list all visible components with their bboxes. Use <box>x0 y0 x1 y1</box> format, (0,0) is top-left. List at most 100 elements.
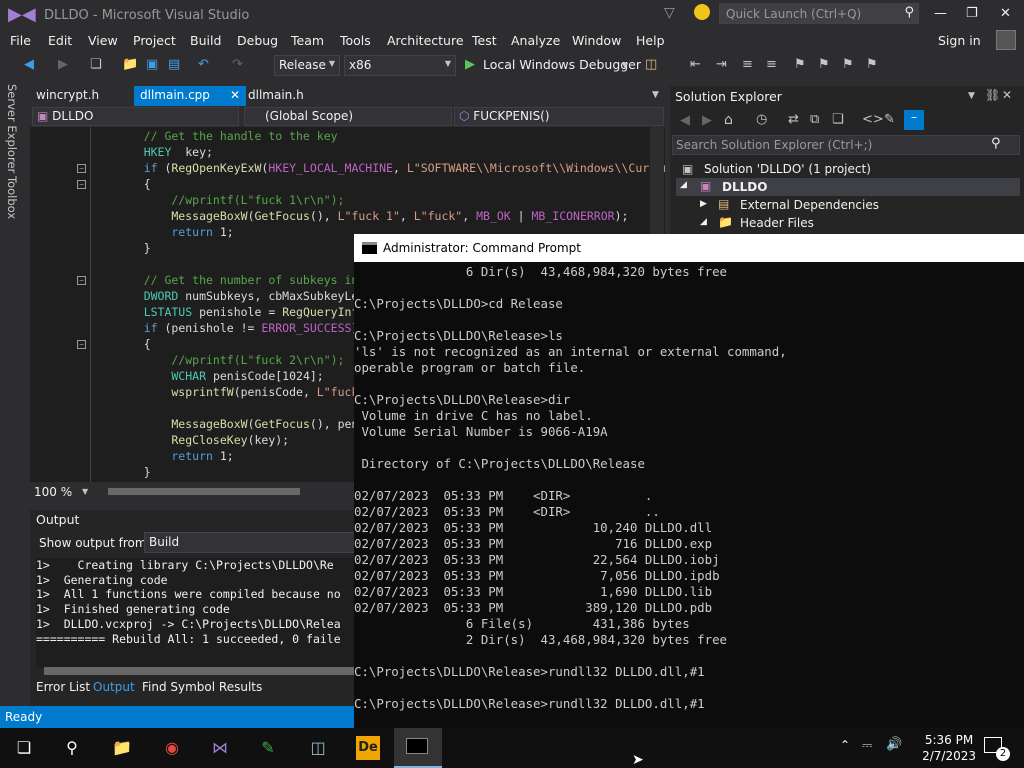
tab-dllmain-h[interactable]: dllmain.h <box>242 86 310 106</box>
expand-icon[interactable]: ▶ <box>700 199 707 209</box>
tree-item-external-dependencies[interactable]: External Dependencies <box>740 198 879 212</box>
close-pane-icon[interactable]: ✕ <box>1002 88 1012 102</box>
history-icon[interactable]: ◷ <box>756 112 767 127</box>
forward-icon[interactable]: ▶ <box>702 113 712 128</box>
output-source-select[interactable]: Build <box>144 532 360 553</box>
volume-icon[interactable]: 🔊 <box>886 737 902 752</box>
collapse-region-icon[interactable]: − <box>77 340 86 349</box>
solution-search-input[interactable]: Search Solution Explorer (Ctrl+;) ⚲ <box>672 135 1020 155</box>
save-icon[interactable]: ▣ <box>146 57 158 72</box>
find-in-files-icon[interactable]: ◫ <box>645 57 657 72</box>
tab-wincrypt-h[interactable]: wincrypt.h <box>30 86 105 106</box>
start-windows-icon[interactable]: ❏ <box>12 736 36 760</box>
notepad-plus-plus-icon[interactable]: ✎ <box>256 736 280 760</box>
collapse-region-icon[interactable]: − <box>77 276 86 285</box>
navigate-back-icon[interactable]: ◀ <box>24 57 34 72</box>
zoom-level[interactable]: 100 % <box>34 485 72 499</box>
tab-find-symbol-results[interactable]: Find Symbol Results <box>142 680 262 694</box>
navigate-forward-icon[interactable]: ▶ <box>58 57 68 72</box>
menu-help[interactable]: Help <box>636 33 665 48</box>
command-prompt-title-bar[interactable]: Administrator: Command Prompt <box>354 234 1024 262</box>
filter-icon[interactable]: ▽ <box>664 5 675 21</box>
menu-file[interactable]: File <box>10 33 31 48</box>
properties-icon[interactable]: ✎ <box>884 112 895 127</box>
menu-view[interactable]: View <box>88 33 118 48</box>
menu-window[interactable]: Window <box>572 33 621 48</box>
menu-architecture[interactable]: Architecture <box>387 33 464 48</box>
menu-debug[interactable]: Debug <box>237 33 278 48</box>
sign-in-link[interactable]: Sign in <box>938 33 981 48</box>
save-all-icon[interactable]: ▤ <box>168 57 180 72</box>
comment-icon[interactable]: ≡ <box>742 57 753 72</box>
redo-icon[interactable]: ↷ <box>232 57 243 72</box>
editor-horizontal-scrollbar[interactable] <box>108 488 300 495</box>
bookmark-icon[interactable]: ⚑ <box>794 57 806 72</box>
tab-output[interactable]: Output <box>93 680 135 694</box>
toolbox-tab[interactable]: Toolbox <box>5 176 19 219</box>
menu-analyze[interactable]: Analyze <box>511 33 560 48</box>
visual-studio-icon[interactable]: ⋈ <box>208 736 232 760</box>
start-debugger-button[interactable]: Local Windows Debugger <box>483 57 641 72</box>
menu-edit[interactable]: Edit <box>48 33 72 48</box>
taskbar-cmd-active[interactable] <box>394 728 442 768</box>
network-icon[interactable]: ⎓ <box>862 738 872 753</box>
chrome-icon[interactable]: ◉ <box>160 736 184 760</box>
prev-bookmark-icon[interactable]: ⚑ <box>818 57 830 72</box>
file-explorer-icon[interactable]: 📁 <box>110 736 134 760</box>
scope-dropdown[interactable]: (Global Scope) <box>244 107 452 126</box>
search-icon[interactable]: ⚲ <box>60 736 84 760</box>
server-explorer-tab[interactable]: Server Explorer <box>5 84 19 173</box>
next-bookmark-icon[interactable]: ⚑ <box>842 57 854 72</box>
sync-icon[interactable]: ⇄ <box>788 112 799 127</box>
collapse-region-icon[interactable]: − <box>77 180 86 189</box>
pane-options-icon[interactable]: ▼ <box>968 91 975 101</box>
command-prompt-window[interactable]: Administrator: Command Prompt 6 Dir(s) 4… <box>354 234 1024 730</box>
close-tab-icon[interactable]: ✕ <box>230 88 240 102</box>
start-debug-icon[interactable]: ▶ <box>465 57 475 72</box>
menu-tools[interactable]: Tools <box>340 33 371 48</box>
show-hidden-icons-icon[interactable]: ⌃ <box>840 738 850 752</box>
collapse-all-icon[interactable]: ⧉ <box>810 112 819 127</box>
tab-overflow-icon[interactable]: ▼ <box>652 90 659 100</box>
solution-configuration-select[interactable]: Release ▼ <box>274 55 340 76</box>
menu-build[interactable]: Build <box>190 33 221 48</box>
collapse-region-icon[interactable]: − <box>77 164 86 173</box>
step-icon[interactable]: ⇤ <box>690 57 701 72</box>
system-clock[interactable]: 5:36 PM 2/7/2023 <box>922 732 976 764</box>
preview-selected-icon[interactable]: – <box>904 110 924 130</box>
network-tool-icon[interactable]: ◫ <box>306 736 330 760</box>
dependency-walker-icon[interactable]: De <box>356 736 380 760</box>
new-project-icon[interactable]: ❏ <box>90 57 102 72</box>
uncomment-icon[interactable]: ≡ <box>766 57 777 72</box>
step-over-icon[interactable]: ⇥ <box>716 57 727 72</box>
tree-item-header-files[interactable]: Header Files <box>740 216 814 230</box>
tree-item-solution[interactable]: Solution 'DLLDO' (1 project) <box>704 162 871 176</box>
back-icon[interactable]: ◀ <box>680 113 690 128</box>
tab-error-list[interactable]: Error List <box>36 680 90 694</box>
home-icon[interactable]: ⌂ <box>724 112 733 128</box>
menu-team[interactable]: Team <box>291 33 324 48</box>
debugger-dropdown-icon[interactable]: ▼ <box>622 61 628 70</box>
menu-test[interactable]: Test <box>472 33 497 48</box>
close-button[interactable]: ✕ <box>1000 6 1011 21</box>
project-dropdown[interactable]: ▣ DLLDO <box>32 107 239 126</box>
minimize-button[interactable]: — <box>934 6 947 21</box>
expand-icon[interactable]: ◢ <box>680 180 687 190</box>
feedback-smiley-icon[interactable] <box>694 4 710 20</box>
zoom-dropdown-icon[interactable]: ▼ <box>82 487 88 496</box>
open-file-icon[interactable]: 📁 <box>122 57 138 72</box>
solution-platform-select[interactable]: x86 ▼ <box>344 55 456 76</box>
menu-project[interactable]: Project <box>133 33 176 48</box>
clear-bookmarks-icon[interactable]: ⚑ <box>866 57 878 72</box>
quick-launch-input[interactable]: Quick Launch (Ctrl+Q) ⚲ <box>719 3 919 24</box>
output-horizontal-scrollbar[interactable] <box>44 667 360 675</box>
restore-button[interactable]: ❐ <box>966 6 978 21</box>
account-avatar-icon[interactable] <box>996 30 1016 50</box>
member-dropdown[interactable]: ⬡ FUCKPENIS() <box>454 107 664 126</box>
undo-icon[interactable]: ↶ <box>198 57 209 72</box>
show-all-files-icon[interactable]: ❏ <box>832 112 844 127</box>
view-code-icon[interactable]: <> <box>862 112 884 127</box>
tree-item-project[interactable]: DLLDO <box>722 180 767 194</box>
pin-icon[interactable]: ⛓ <box>985 88 1000 102</box>
expand-icon[interactable]: ◢ <box>700 217 707 227</box>
